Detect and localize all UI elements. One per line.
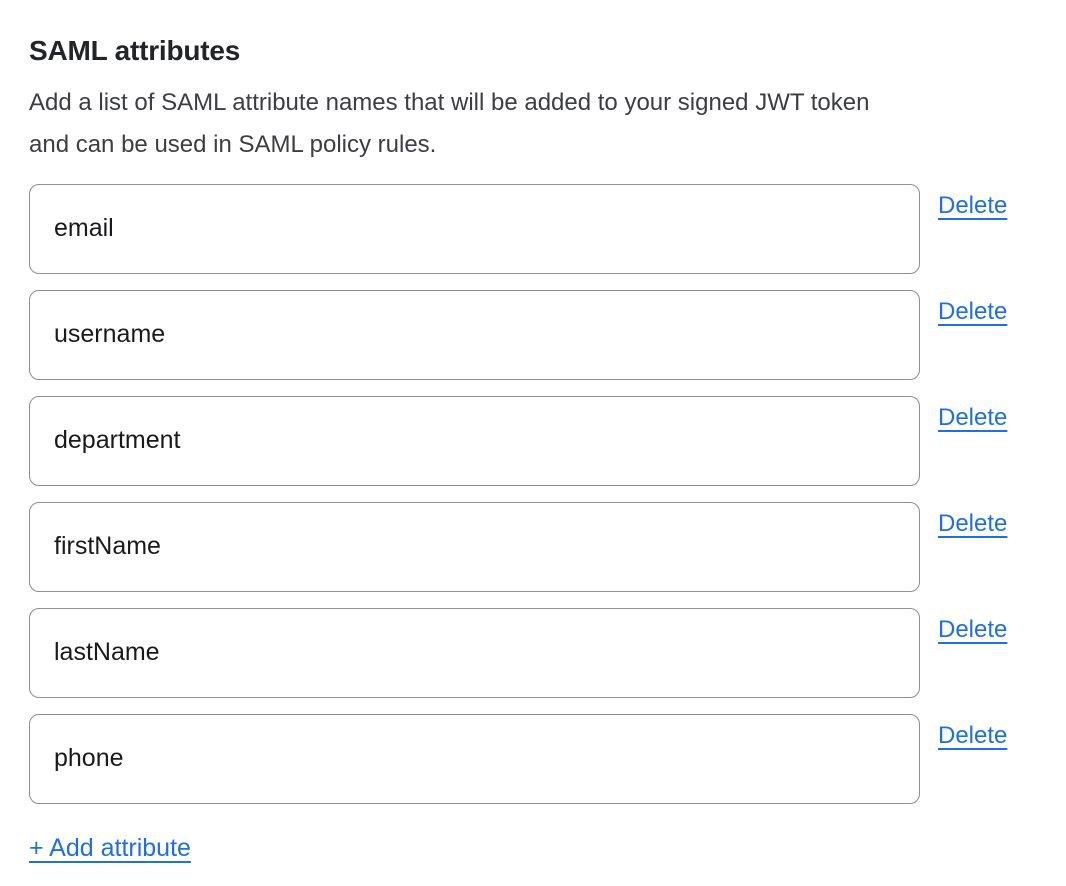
- attribute-row: Delete: [29, 184, 1037, 274]
- delete-attribute-link[interactable]: Delete: [938, 722, 1007, 751]
- section-description-line: and can be used in SAML policy rules.: [29, 124, 1037, 166]
- attribute-name-input[interactable]: [29, 290, 920, 380]
- attribute-name-input[interactable]: [29, 396, 920, 486]
- delete-attribute-link[interactable]: Delete: [938, 192, 1007, 221]
- delete-attribute-link[interactable]: Delete: [938, 616, 1007, 645]
- attribute-row: Delete: [29, 290, 1037, 380]
- saml-attributes-section: SAML attributes Add a list of SAML attri…: [0, 0, 1066, 863]
- section-description: Add a list of SAML attribute names that …: [29, 82, 1037, 166]
- add-attribute-link[interactable]: + Add attribute: [29, 833, 191, 863]
- delete-attribute-link[interactable]: Delete: [938, 298, 1007, 327]
- section-title: SAML attributes: [29, 34, 1037, 68]
- attribute-name-input[interactable]: [29, 184, 920, 274]
- attribute-name-input[interactable]: [29, 502, 920, 592]
- section-description-line: Add a list of SAML attribute names that …: [29, 82, 1037, 124]
- attribute-name-input[interactable]: [29, 714, 920, 804]
- delete-attribute-link[interactable]: Delete: [938, 404, 1007, 433]
- attribute-row: Delete: [29, 714, 1037, 804]
- attribute-row: Delete: [29, 502, 1037, 592]
- delete-attribute-link[interactable]: Delete: [938, 510, 1007, 539]
- attribute-row: Delete: [29, 396, 1037, 486]
- attribute-name-input[interactable]: [29, 608, 920, 698]
- attribute-row: Delete: [29, 608, 1037, 698]
